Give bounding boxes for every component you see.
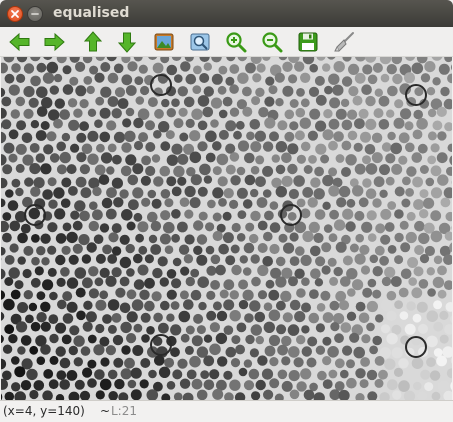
arrow-up-icon — [81, 30, 105, 54]
toolbar — [0, 27, 453, 57]
title-bar: equalised — [0, 0, 453, 27]
arrow-left-icon — [8, 30, 32, 54]
cursor-coordinates: (x=4, y=140) — [3, 404, 85, 418]
equalised-cell-image — [1, 57, 452, 400]
zoom-in-icon — [225, 31, 247, 53]
up-button[interactable] — [80, 29, 106, 55]
arrow-down-icon — [115, 30, 139, 54]
down-button[interactable] — [114, 29, 140, 55]
close-button[interactable] — [7, 6, 23, 22]
arrow-right-icon — [42, 30, 66, 54]
status-separator: ~ — [100, 404, 110, 418]
picture-icon — [153, 31, 175, 53]
clear-button[interactable] — [331, 29, 357, 55]
pixel-level: L:21 — [111, 404, 137, 418]
image-viewport[interactable] — [1, 57, 452, 400]
floppy-disk-icon — [297, 31, 319, 53]
zoom-in-button[interactable] — [223, 29, 249, 55]
window-title: equalised — [53, 5, 129, 21]
image-button[interactable] — [151, 29, 177, 55]
zoom-out-icon — [261, 31, 283, 53]
minimize-icon — [30, 9, 40, 19]
broom-icon — [333, 31, 355, 53]
forward-button[interactable] — [41, 29, 67, 55]
minimize-button[interactable] — [27, 6, 43, 22]
zoom-out-button[interactable] — [259, 29, 285, 55]
zoom-fit-icon — [189, 31, 211, 53]
save-button[interactable] — [295, 29, 321, 55]
close-icon — [10, 9, 20, 19]
zoom-fit-button[interactable] — [187, 29, 213, 55]
back-button[interactable] — [7, 29, 33, 55]
status-bar: (x=4, y=140) ~ L:21 — [0, 400, 453, 422]
